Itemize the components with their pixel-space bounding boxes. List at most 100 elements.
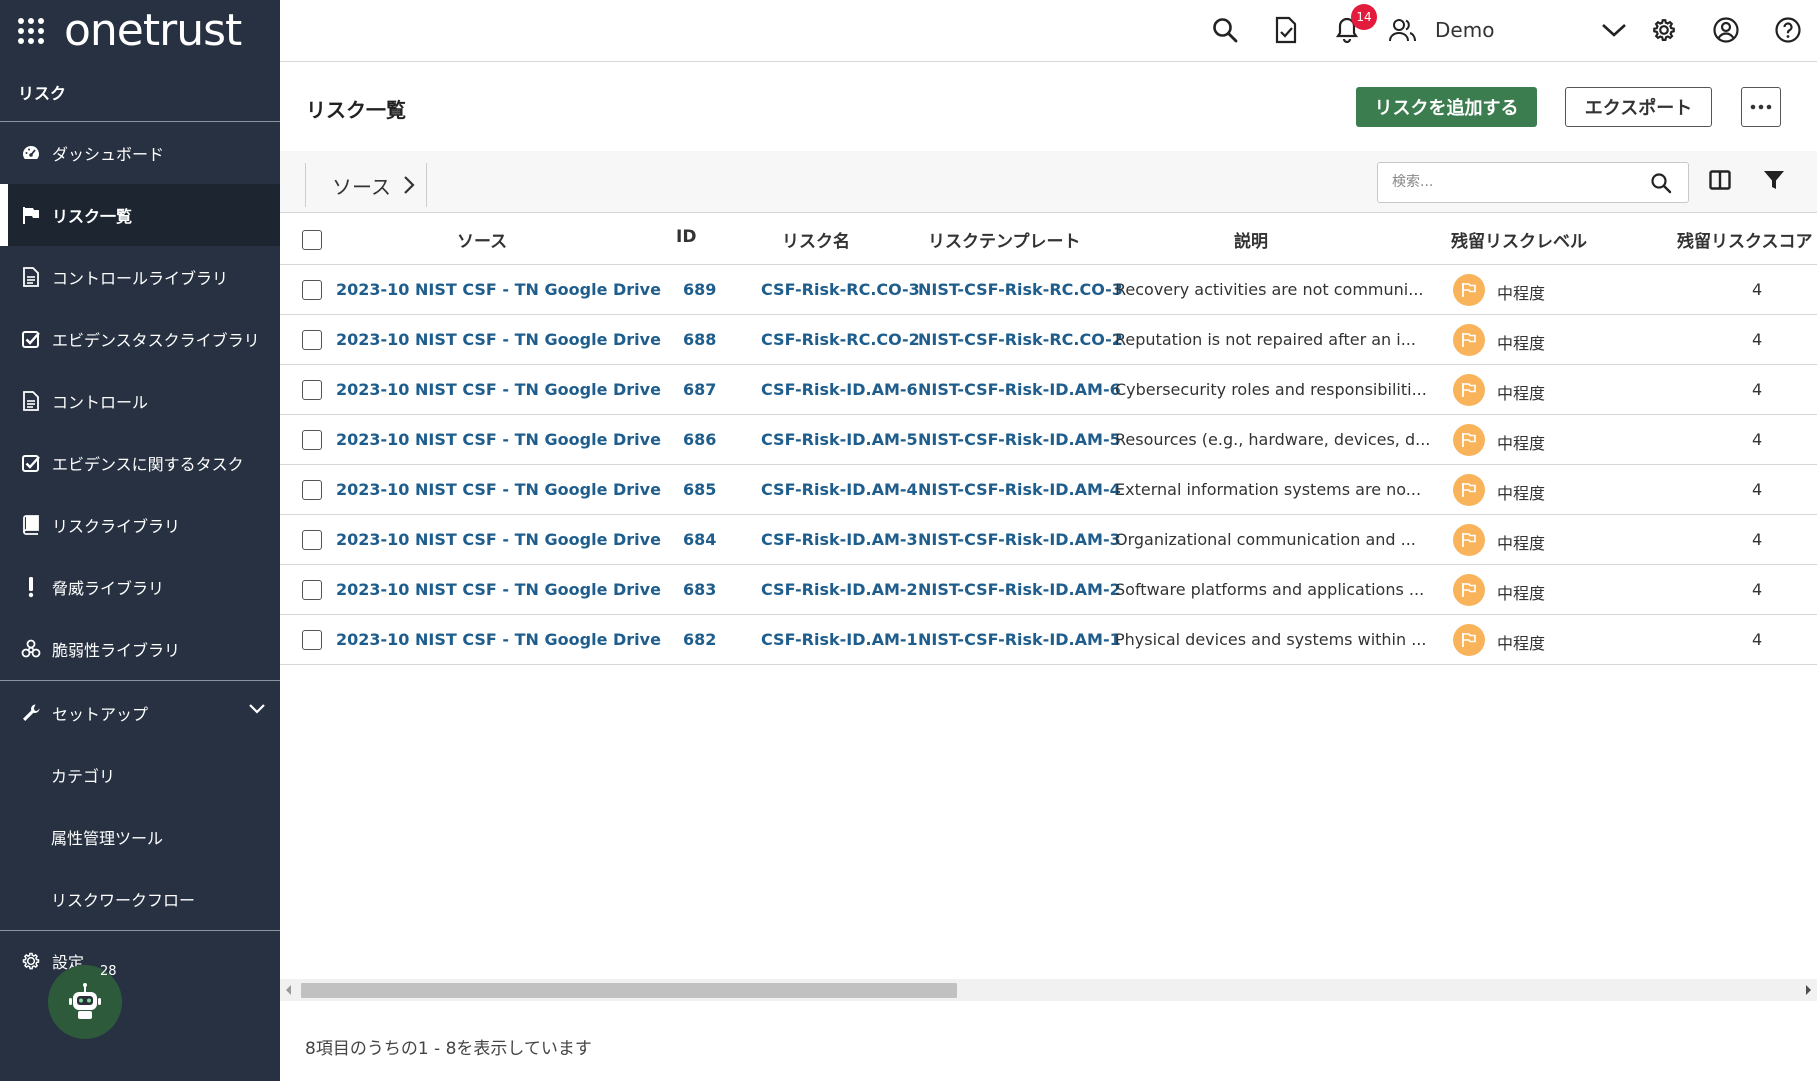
cell-risk-template[interactable]: NIST-CSF-Risk-RC.CO-2 (918, 330, 1123, 349)
breadcrumb-source[interactable]: ソース (305, 163, 427, 207)
cell-risk-template[interactable]: NIST-CSF-Risk-ID.AM-3 (918, 530, 1121, 549)
cell-source[interactable]: 2023-10 NIST CSF - TN Google Drive (336, 580, 661, 599)
cell-risk-name[interactable]: CSF-Risk-ID.AM-2 (761, 580, 918, 599)
filter-icon[interactable] (1762, 168, 1786, 192)
column-header-risk-template[interactable]: リスクテンプレート (928, 227, 1081, 252)
chevron-down-icon[interactable] (1598, 14, 1630, 46)
more-options-button[interactable] (1741, 87, 1781, 127)
cell-id[interactable]: 686 (683, 430, 716, 449)
cell-source[interactable]: 2023-10 NIST CSF - TN Google Drive (336, 330, 661, 349)
columns-icon[interactable] (1708, 168, 1732, 192)
sidebar-item-categories[interactable]: カテゴリ (0, 744, 280, 806)
search-input[interactable] (1392, 174, 1632, 190)
sidebar-item-0[interactable]: ダッシュボード (0, 122, 280, 184)
cell-risk-score: 4 (1752, 280, 1763, 299)
sidebar-item-attribute-manager[interactable]: 属性管理ツール (0, 806, 280, 868)
add-risk-button[interactable]: リスクを追加する (1356, 87, 1537, 127)
row-checkbox[interactable] (302, 530, 322, 550)
cell-source[interactable]: 2023-10 NIST CSF - TN Google Drive (336, 530, 661, 549)
task-checklist-icon[interactable] (1270, 14, 1302, 46)
cell-id[interactable]: 689 (683, 280, 716, 299)
cell-id[interactable]: 688 (683, 330, 716, 349)
column-header-id[interactable]: ID (676, 227, 696, 247)
sidebar-item-7[interactable]: 脅威ライブラリ (0, 556, 280, 618)
sidebar-item-settings[interactable]: 設定 (0, 931, 280, 991)
sidebar-item-setup[interactable]: セットアップ (0, 680, 280, 744)
cell-source[interactable]: 2023-10 NIST CSF - TN Google Drive (336, 280, 661, 299)
cell-source[interactable]: 2023-10 NIST CSF - TN Google Drive (336, 480, 661, 499)
select-all-checkbox[interactable] (302, 230, 322, 250)
export-button[interactable]: エクスポート (1565, 87, 1712, 127)
horizontal-scrollbar[interactable] (280, 979, 1817, 1001)
table-row[interactable]: 2023-10 NIST CSF - TN Google Drive 683 CSF… (280, 565, 1817, 615)
sidebar-item-6[interactable]: リスクライブラリ (0, 494, 280, 556)
users-icon[interactable] (1387, 14, 1419, 46)
gear-icon (20, 950, 42, 972)
cell-risk-template[interactable]: NIST-CSF-Risk-ID.AM-5 (918, 430, 1121, 449)
search-icon[interactable] (1650, 172, 1672, 194)
column-header-residual-risk-level[interactable]: 残留リスクレベル (1451, 227, 1587, 252)
row-checkbox[interactable] (302, 380, 322, 400)
cell-risk-name[interactable]: CSF-Risk-ID.AM-1 (761, 630, 918, 649)
table-row[interactable]: 2023-10 NIST CSF - TN Google Drive 689 CSF… (280, 265, 1817, 315)
check-square-icon (20, 328, 42, 350)
app-launcher-icon[interactable] (18, 18, 44, 44)
scroll-left-arrow-icon[interactable] (286, 985, 291, 995)
cell-source[interactable]: 2023-10 NIST CSF - TN Google Drive (336, 630, 661, 649)
sidebar-item-3[interactable]: エビデンスタスクライブラリ (0, 308, 280, 370)
cell-risk-name[interactable]: CSF-Risk-RC.CO-3 (761, 280, 920, 299)
cell-id[interactable]: 682 (683, 630, 716, 649)
account-circle-icon[interactable] (1710, 14, 1742, 46)
table-row[interactable]: 2023-10 NIST CSF - TN Google Drive 687 CSF… (280, 365, 1817, 415)
gear-icon[interactable] (1648, 14, 1680, 46)
table-row[interactable]: 2023-10 NIST CSF - TN Google Drive 685 CSF… (280, 465, 1817, 515)
table-row[interactable]: 2023-10 NIST CSF - TN Google Drive 682 CSF… (280, 615, 1817, 665)
cell-risk-template[interactable]: NIST-CSF-Risk-ID.AM-4 (918, 480, 1121, 499)
row-checkbox[interactable] (302, 580, 322, 600)
cell-risk-name[interactable]: CSF-Risk-RC.CO-2 (761, 330, 920, 349)
column-header-residual-risk-score[interactable]: 残留リスクスコア (1677, 227, 1813, 252)
cell-risk-name[interactable]: CSF-Risk-ID.AM-4 (761, 480, 918, 499)
cell-source[interactable]: 2023-10 NIST CSF - TN Google Drive (336, 380, 661, 399)
sidebar-item-5[interactable]: エビデンスに関するタスク (0, 432, 280, 494)
user-name[interactable]: Demo (1435, 18, 1494, 42)
sidebar-item-label: セットアップ (52, 704, 149, 724)
cell-id[interactable]: 687 (683, 380, 716, 399)
cell-id[interactable]: 684 (683, 530, 716, 549)
cell-risk-template[interactable]: NIST-CSF-Risk-ID.AM-6 (918, 380, 1121, 399)
column-header-description[interactable]: 説明 (1234, 227, 1268, 252)
row-checkbox[interactable] (302, 630, 322, 650)
scroll-right-arrow-icon[interactable] (1806, 985, 1811, 995)
cell-risk-name[interactable]: CSF-Risk-ID.AM-5 (761, 430, 918, 449)
cell-source[interactable]: 2023-10 NIST CSF - TN Google Drive (336, 430, 661, 449)
scrollbar-thumb[interactable] (301, 983, 957, 998)
sidebar-item-1[interactable]: リスク一覧 (0, 184, 280, 246)
cell-risk-name[interactable]: CSF-Risk-ID.AM-6 (761, 380, 918, 399)
cell-risk-template[interactable]: NIST-CSF-Risk-RC.CO-3 (918, 280, 1123, 299)
sidebar-item-label: 脆弱性ライブラリ (52, 641, 181, 660)
table-row[interactable]: 2023-10 NIST CSF - TN Google Drive 688 CSF… (280, 315, 1817, 365)
table-row[interactable]: 2023-10 NIST CSF - TN Google Drive 684 CSF… (280, 515, 1817, 565)
help-icon[interactable] (1772, 14, 1804, 46)
brand-bar: onetrust (0, 0, 280, 62)
cell-risk-template[interactable]: NIST-CSF-Risk-ID.AM-2 (918, 580, 1121, 599)
sidebar-item-8[interactable]: 脆弱性ライブラリ (0, 618, 280, 680)
chevron-down-icon[interactable] (248, 703, 266, 715)
cell-id[interactable]: 683 (683, 580, 716, 599)
onetrust-logo: onetrust (64, 5, 242, 56)
cell-risk-name[interactable]: CSF-Risk-ID.AM-3 (761, 530, 918, 549)
table-row[interactable]: 2023-10 NIST CSF - TN Google Drive 686 CSF… (280, 415, 1817, 465)
cell-risk-template[interactable]: NIST-CSF-Risk-ID.AM-1 (918, 630, 1121, 649)
row-checkbox[interactable] (302, 330, 322, 350)
cell-risk-level: 中程度 (1497, 634, 1546, 653)
sidebar-item-risk-workflow[interactable]: リスクワークフロー (0, 868, 280, 930)
search-icon[interactable] (1209, 14, 1241, 46)
sidebar-item-2[interactable]: コントロールライブラリ (0, 246, 280, 308)
row-checkbox[interactable] (302, 480, 322, 500)
column-header-source[interactable]: ソース (457, 227, 507, 252)
column-header-risk-name[interactable]: リスク名 (782, 227, 850, 252)
row-checkbox[interactable] (302, 430, 322, 450)
sidebar-item-4[interactable]: コントロール (0, 370, 280, 432)
row-checkbox[interactable] (302, 280, 322, 300)
cell-id[interactable]: 685 (683, 480, 716, 499)
